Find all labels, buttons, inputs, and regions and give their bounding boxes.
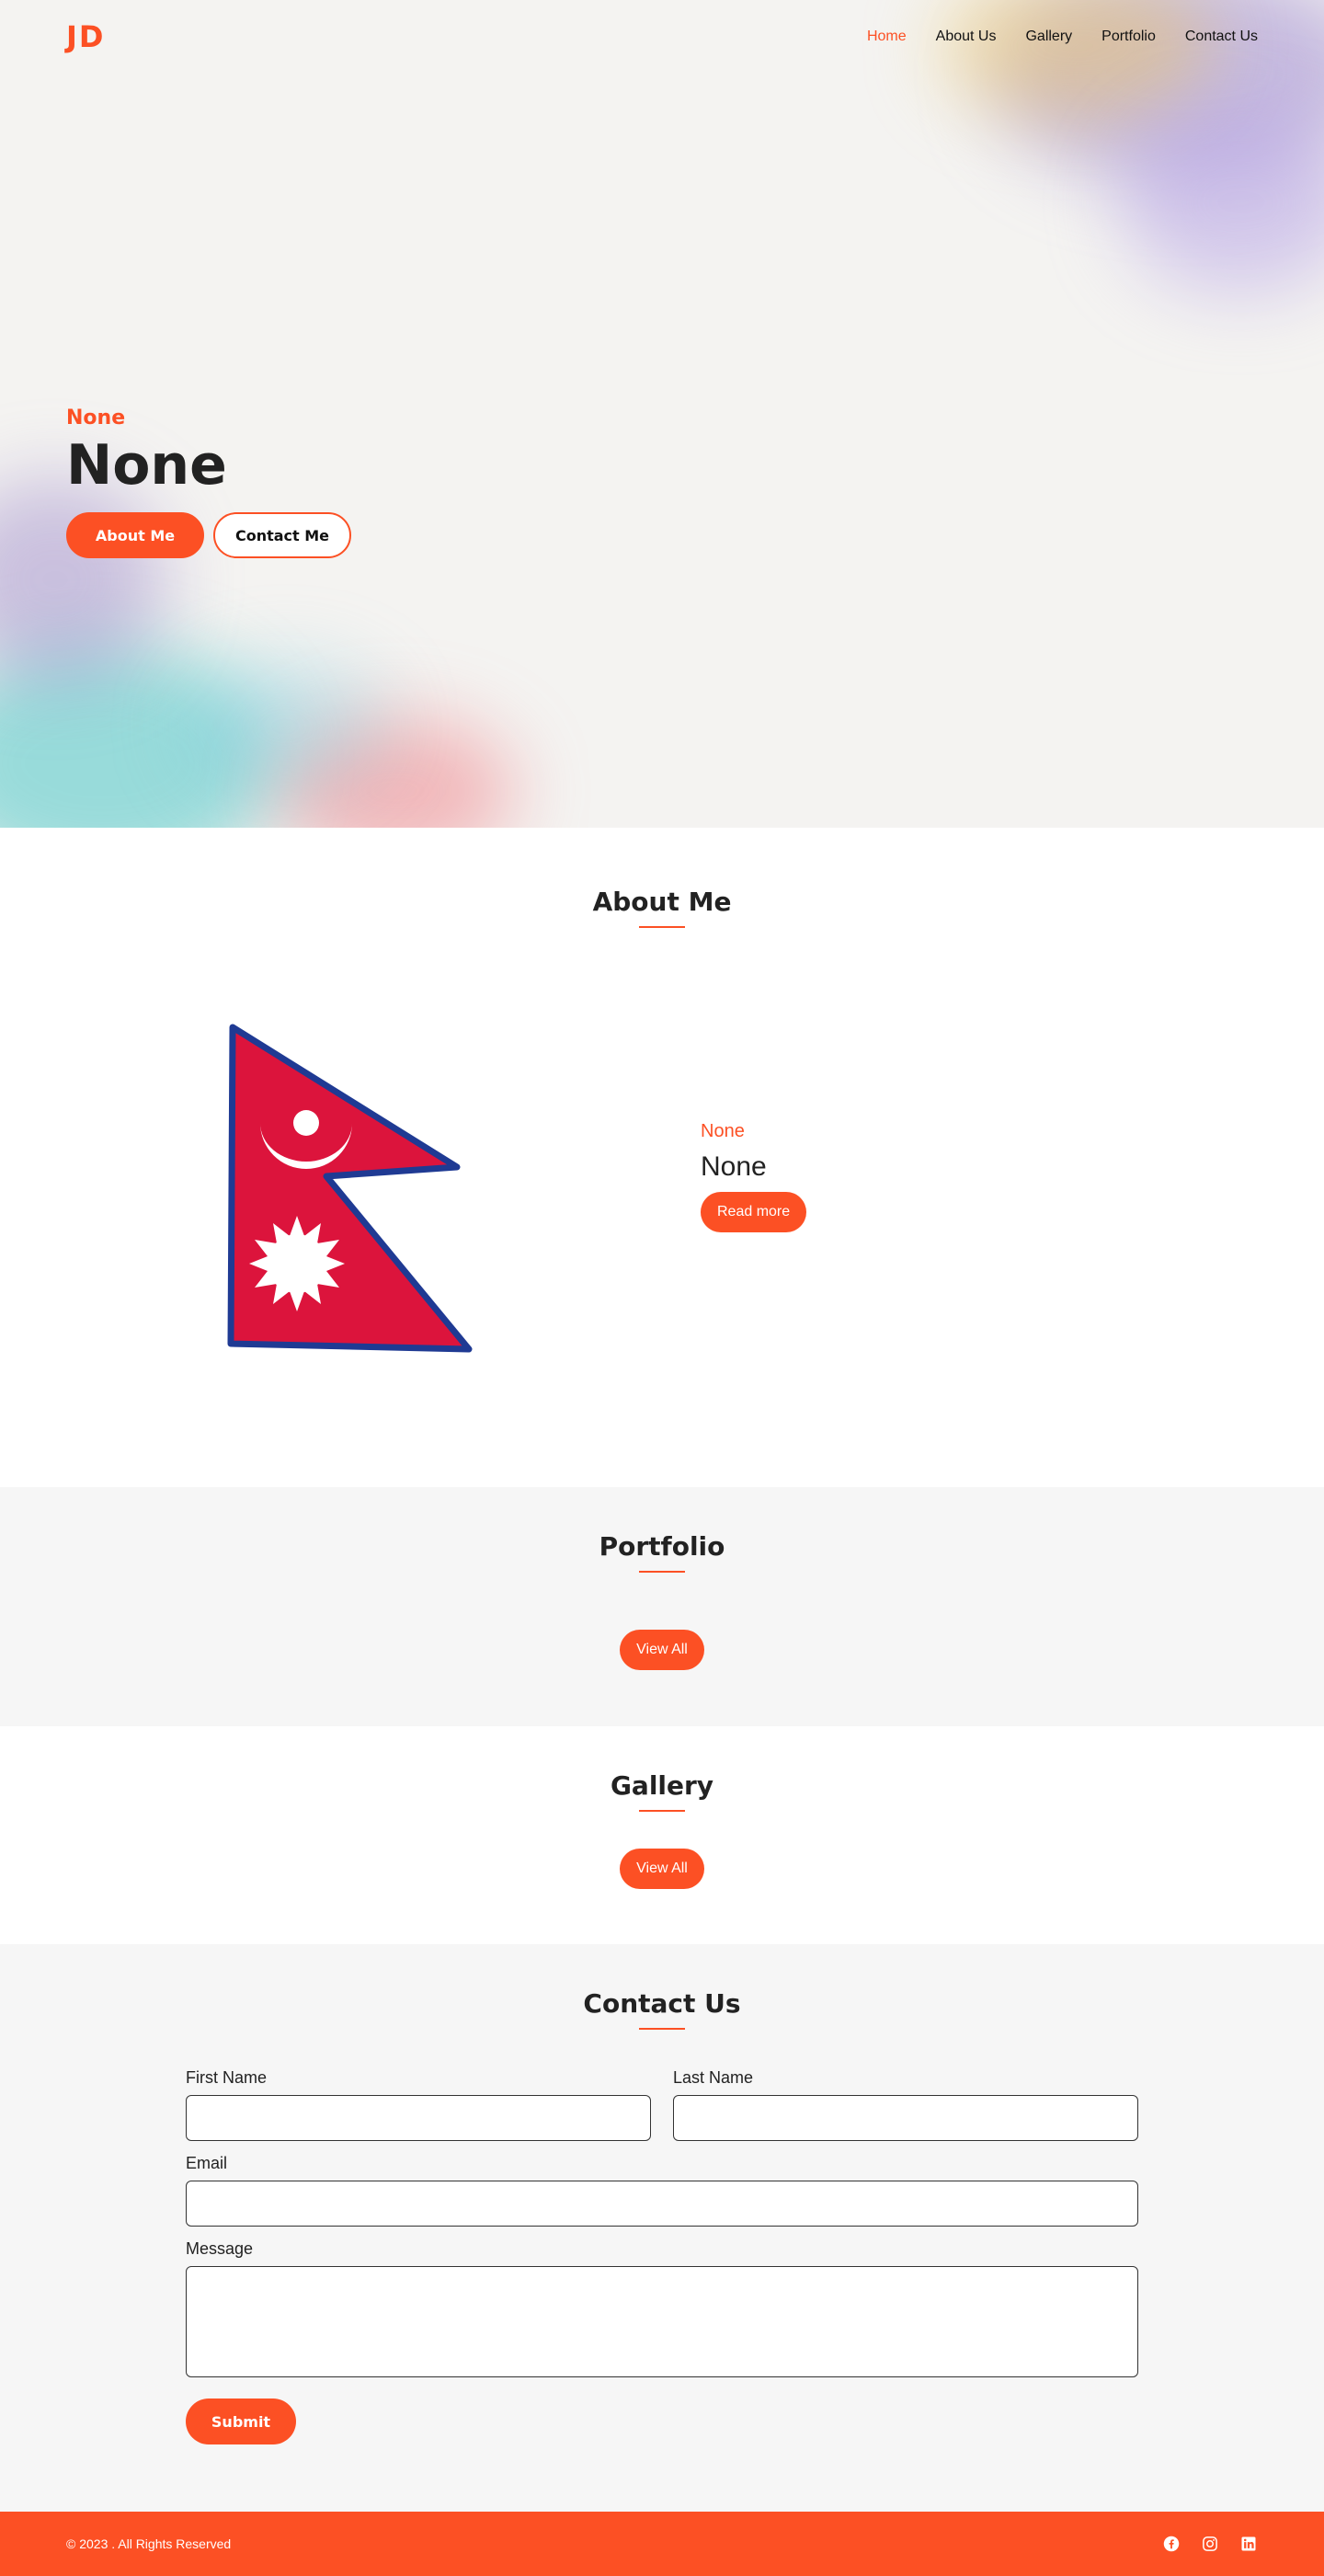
hero-title: None — [66, 433, 227, 498]
site-logo[interactable]: JD — [66, 19, 105, 54]
nepal-flag-image — [227, 1024, 473, 1353]
nav-contact-us[interactable]: Contact Us — [1185, 29, 1258, 45]
read-more-button[interactable]: Read more — [701, 1192, 807, 1232]
heading-underline — [639, 1571, 685, 1573]
contact-me-button[interactable]: Contact Me — [213, 512, 351, 558]
email-label: Email — [186, 2154, 228, 2172]
gallery-heading: Gallery — [610, 1770, 714, 1801]
first-name-input[interactable] — [186, 2095, 651, 2141]
message-group: Message — [186, 2239, 1138, 2382]
nav-gallery[interactable]: Gallery — [1025, 29, 1072, 45]
submit-button[interactable]: Submit — [186, 2399, 296, 2444]
first-name-group: First Name — [186, 2068, 651, 2141]
contact-form: First Name Last Name Email Message Submi… — [186, 2068, 1138, 2444]
email-group: Email — [186, 2154, 1138, 2227]
footer: © 2023 . All Rights Reserved — [0, 2512, 1324, 2576]
gallery-view-all-button[interactable]: View All — [620, 1849, 704, 1889]
portfolio-heading: Portfolio — [599, 1531, 725, 1562]
facebook-icon[interactable] — [1162, 2535, 1181, 2553]
hero-buttons: About Me Contact Me — [66, 512, 351, 558]
nav-about-us[interactable]: About Us — [936, 29, 997, 45]
about-subtitle: None — [701, 1121, 745, 1141]
instagram-icon[interactable] — [1201, 2535, 1219, 2553]
about-section: About Me None None Read more — [0, 828, 1324, 1487]
hero-section: JD Home About Us Gallery Portfolio Conta… — [0, 0, 1324, 828]
top-navbar: JD Home About Us Gallery Portfolio Conta… — [0, 0, 1324, 74]
message-label: Message — [186, 2239, 254, 2258]
portfolio-view-all-button[interactable]: View All — [620, 1630, 704, 1670]
watercolor-decoration — [184, 662, 386, 791]
copyright-text: © 2023 . All Rights Reserved — [66, 2536, 232, 2551]
about-body: None None Read more — [0, 928, 1324, 1443]
nav-portfolio[interactable]: Portfolio — [1101, 29, 1156, 45]
about-info: None None Read more — [701, 1121, 807, 1232]
last-name-group: Last Name — [673, 2068, 1138, 2141]
about-heading: About Me — [592, 887, 732, 917]
last-name-input[interactable] — [673, 2095, 1138, 2141]
email-input[interactable] — [186, 2181, 1138, 2227]
name-row: First Name Last Name — [186, 2068, 1138, 2154]
about-title: None — [701, 1151, 767, 1182]
social-links — [1162, 2535, 1258, 2553]
first-name-label: First Name — [186, 2068, 268, 2087]
nav-home[interactable]: Home — [867, 29, 907, 45]
portfolio-section: Portfolio View All — [0, 1487, 1324, 1726]
heading-underline — [639, 2028, 685, 2030]
message-textarea[interactable] — [186, 2266, 1138, 2377]
main-menu: Home About Us Gallery Portfolio Contact … — [867, 29, 1258, 45]
heading-underline — [639, 1810, 685, 1812]
contact-heading: Contact Us — [583, 1988, 741, 2019]
last-name-label: Last Name — [673, 2068, 754, 2087]
gallery-section: Gallery View All — [0, 1726, 1324, 1944]
linkedin-icon[interactable] — [1239, 2535, 1258, 2553]
contact-section: Contact Us First Name Last Name Email Me… — [0, 1944, 1324, 2512]
about-me-button[interactable]: About Me — [66, 512, 204, 558]
hero-content: None None About Me Contact Me — [66, 406, 351, 558]
hero-subtitle: None — [66, 406, 126, 429]
